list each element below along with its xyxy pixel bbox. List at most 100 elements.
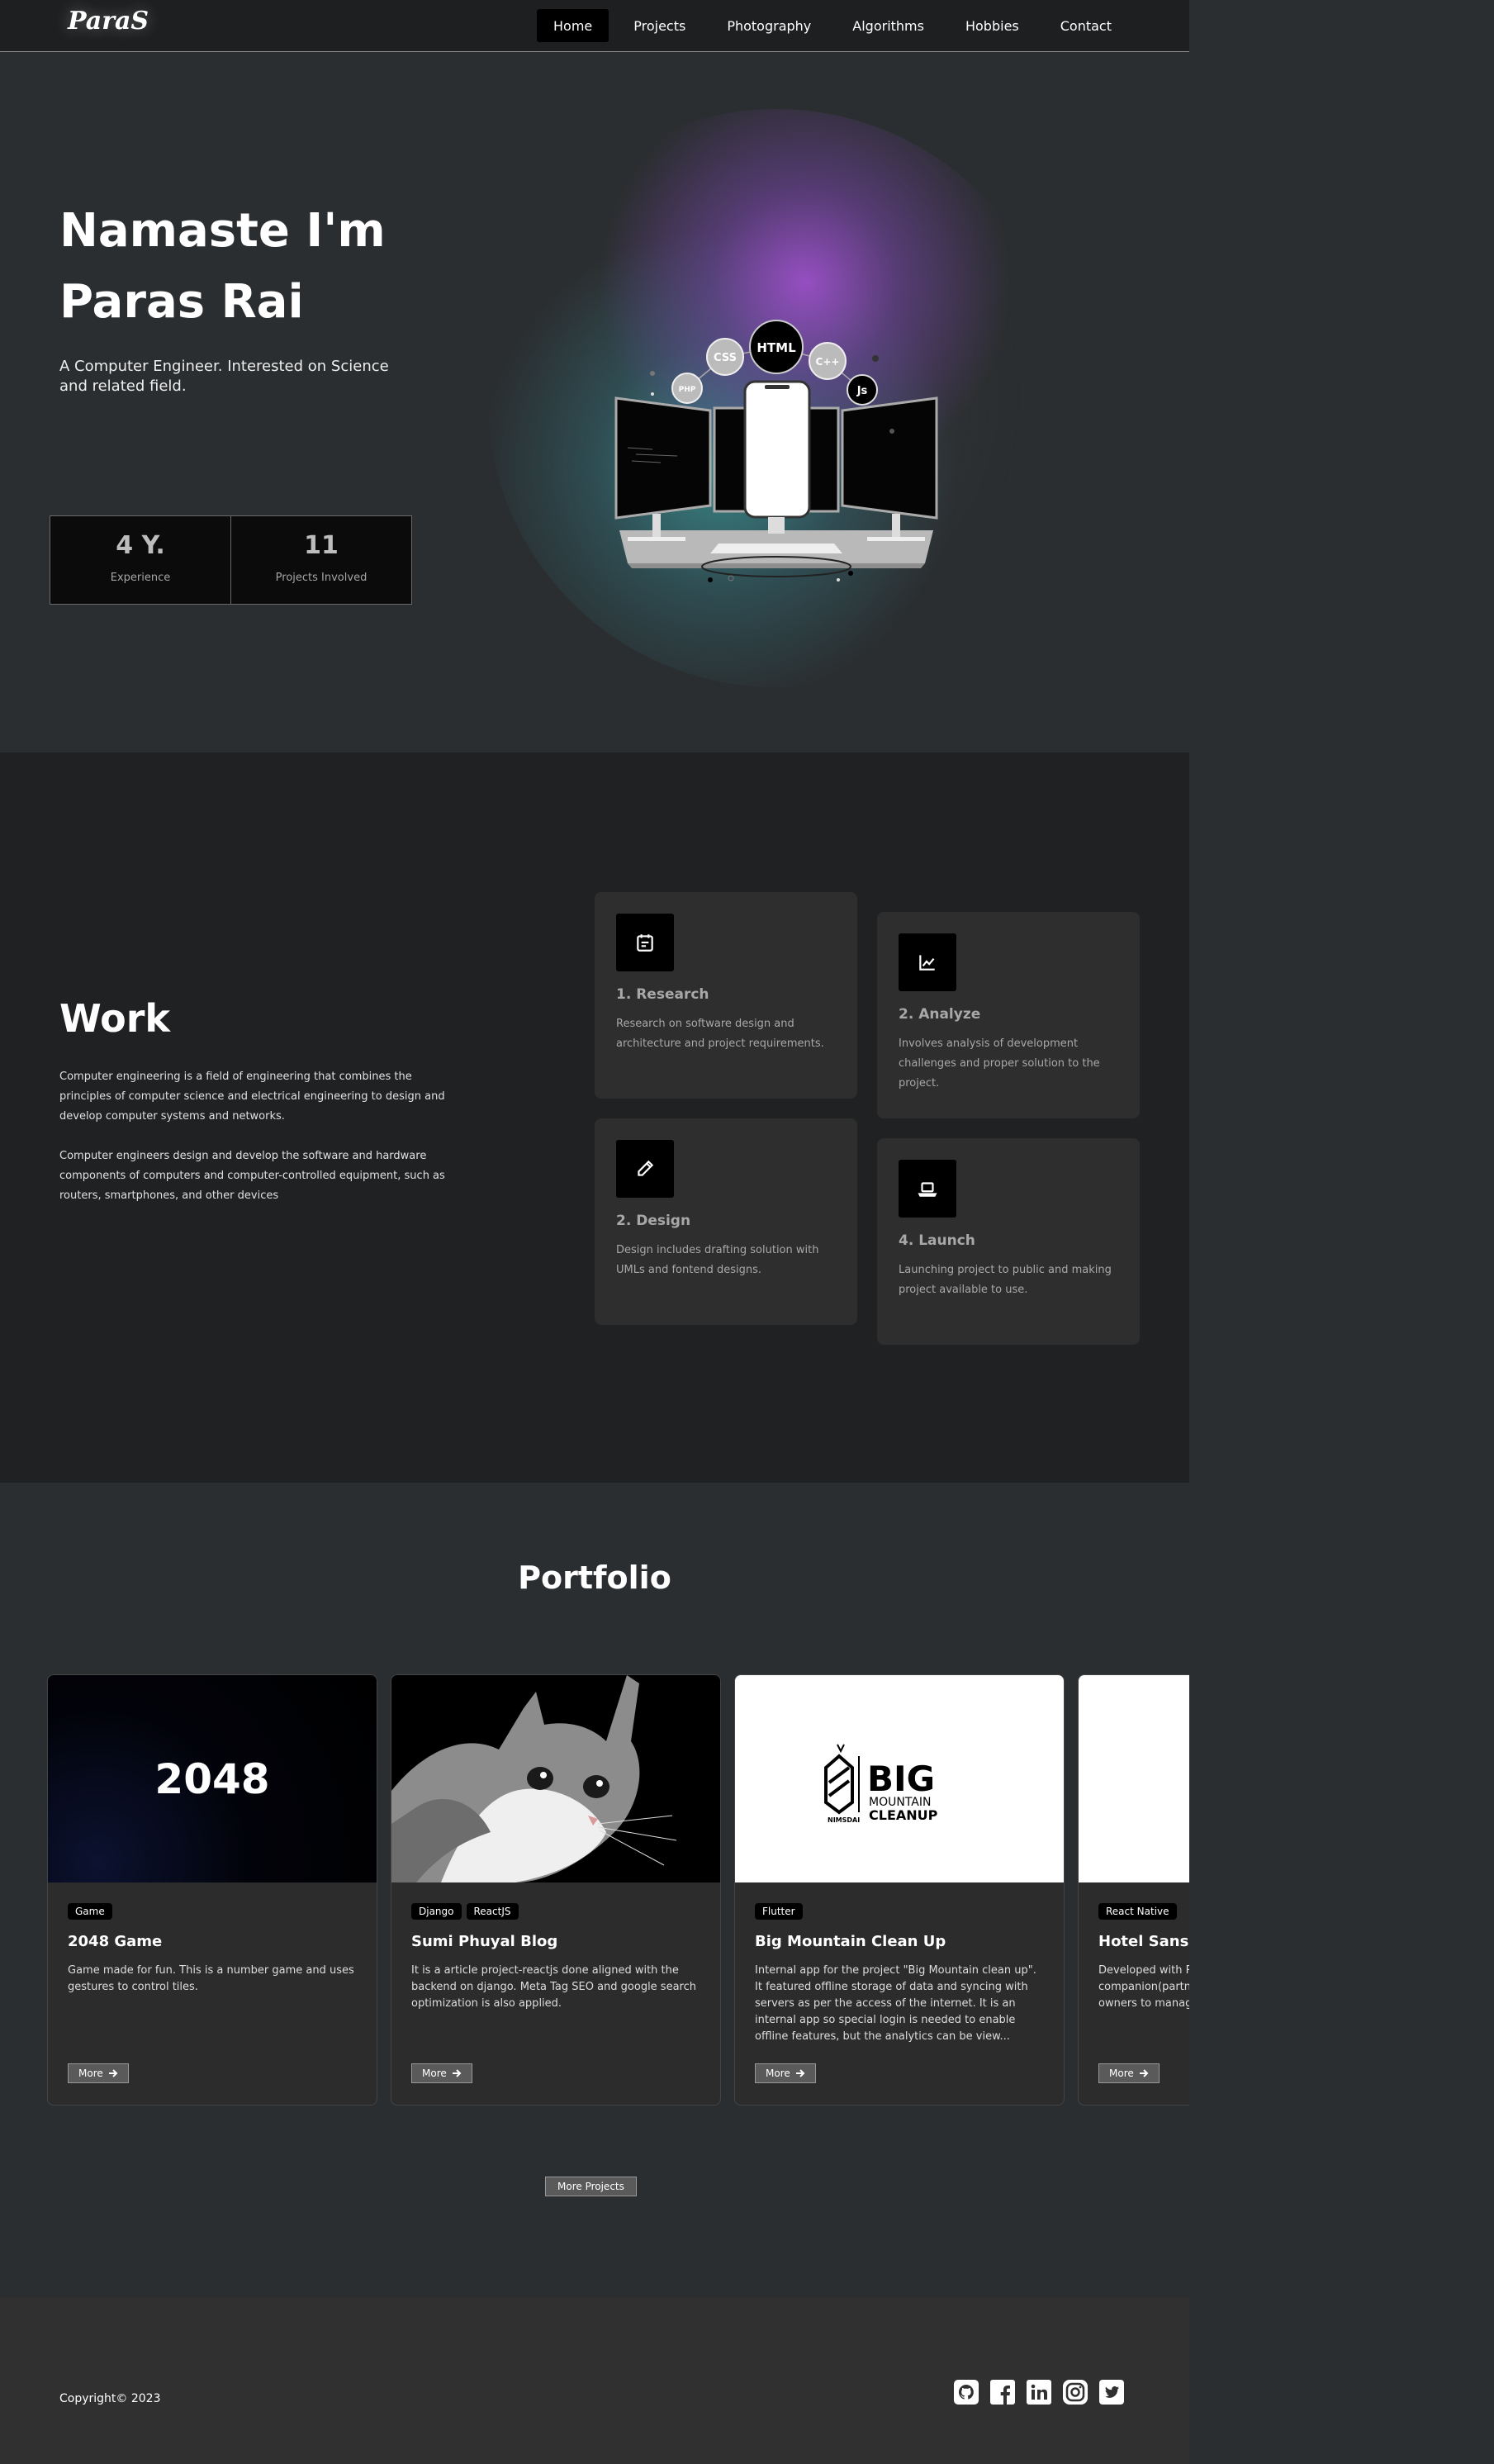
card-text: Launching project to public and making p…	[899, 1264, 1112, 1296]
right-monitor	[841, 396, 938, 520]
svg-text:Js: Js	[856, 385, 868, 397]
project-title: Big Mountain Clean Up	[755, 1933, 946, 1950]
nav-link-contact[interactable]: Contact	[1044, 9, 1128, 42]
twitter-icon[interactable]	[1099, 2380, 1124, 2405]
stats-row: 4 Y. Experience 11 Projects Involved	[50, 515, 412, 605]
hero-subtitle: A Computer Engineer. Interested on Scien…	[59, 358, 389, 395]
workstation-illustration: HTML CSS C++ Js PHP	[614, 320, 938, 582]
svg-text:PHP: PHP	[679, 386, 696, 394]
card-title: 1. Research	[616, 986, 709, 1003]
more-label: More	[422, 2068, 447, 2079]
more-button[interactable]: More	[411, 2063, 472, 2083]
project-description: Game made for fun. This is a number game…	[68, 1964, 354, 1993]
project-card-big-mountain[interactable]: NIMSDAI BIG MOUNTAIN CLEANUP Flutter Big…	[734, 1674, 1065, 2106]
hero-title-line2: Paras Rai	[59, 275, 304, 329]
svg-text:CLEANUP: CLEANUP	[869, 1807, 938, 1823]
project-tags: React Native	[1098, 1903, 1177, 1920]
nav-link-hobbies[interactable]: Hobbies	[949, 9, 1036, 42]
work-section: Work Computer engineering is a field of …	[0, 752, 1189, 1483]
more-button[interactable]: More	[755, 2063, 816, 2083]
project-tags: Flutter	[755, 1903, 803, 1920]
more-button[interactable]: More	[1098, 2063, 1160, 2083]
stat-experience: 4 Y. Experience	[50, 515, 231, 605]
linkedin-icon[interactable]	[1027, 2380, 1051, 2405]
project-title: 2048 Game	[68, 1933, 163, 1950]
more-label: More	[766, 2068, 790, 2079]
svg-text:BIG: BIG	[867, 1759, 935, 1799]
project-title: Hotel Sansaar	[1098, 1933, 1189, 1950]
stat-label: Projects Involved	[275, 572, 368, 584]
nav-link-home[interactable]: Home	[537, 9, 609, 42]
project-card-2048[interactable]: 2048 Game 2048 Game Game made for fun. T…	[47, 1674, 377, 2106]
badge-php: PHP	[671, 373, 703, 404]
svg-text:CSS: CSS	[714, 352, 737, 364]
hero-section: Namaste I'm Paras Rai A Computer Enginee…	[0, 51, 1189, 752]
card-title: 2. Design	[616, 1213, 691, 1229]
badge-html: HTML	[749, 320, 804, 374]
more-label: More	[1109, 2068, 1134, 2079]
cat-photo	[391, 1675, 720, 1882]
arrow-right-icon	[108, 2069, 118, 2077]
badge-js: Js	[847, 374, 878, 406]
more-button[interactable]: More	[68, 2063, 129, 2083]
project-tags: Game	[68, 1903, 112, 1920]
card-title: 4. Launch	[899, 1232, 975, 1249]
project-image-text: 2048	[154, 1754, 270, 1803]
project-tag: Django	[411, 1903, 462, 1920]
card-text: Research on software design and architec…	[616, 1018, 824, 1050]
nav-link-photography[interactable]: Photography	[710, 9, 828, 42]
card-text: Design includes drafting solution with U…	[616, 1244, 819, 1276]
page: ParaS Home Projects Photography Algorith…	[0, 0, 1189, 2464]
project-description: Internal app for the project "Big Mounta…	[755, 1964, 1036, 2043]
nav-link-algorithms[interactable]: Algorithms	[836, 9, 941, 42]
chart-line-icon	[899, 933, 956, 991]
project-tag: ReactJS	[466, 1903, 519, 1920]
project-image	[1079, 1675, 1189, 1882]
phone-shape	[743, 380, 811, 519]
instagram-icon[interactable]	[1063, 2380, 1088, 2405]
project-image: 2048	[48, 1675, 377, 1882]
github-icon[interactable]	[954, 2380, 979, 2405]
project-image: NIMSDAI BIG MOUNTAIN CLEANUP	[735, 1675, 1064, 1882]
left-monitor	[614, 396, 712, 520]
hero-title: Namaste I'm Paras Rai	[59, 196, 472, 338]
project-card-sumi-blog[interactable]: Django ReactJS Sumi Phuyal Blog It is a …	[391, 1674, 721, 2106]
hero-title-line1: Namaste I'm	[59, 204, 386, 258]
stat-value: 11	[304, 531, 339, 560]
project-title: Sumi Phuyal Blog	[411, 1933, 558, 1950]
svg-text:HTML: HTML	[756, 340, 796, 355]
work-card-analyze: 2. Analyze Involves analysis of developm…	[877, 912, 1140, 1118]
stat-projects: 11 Projects Involved	[230, 515, 412, 605]
card-title: 2. Analyze	[899, 1006, 981, 1023]
project-tag: React Native	[1098, 1903, 1177, 1920]
nav-links: Home Projects Photography Algorithms Hob…	[537, 9, 1128, 42]
project-description: Developed with React Native as a compani…	[1098, 1964, 1189, 2010]
laptop-icon	[899, 1160, 956, 1218]
calendar-icon	[616, 914, 674, 971]
nav-link-projects[interactable]: Projects	[617, 9, 702, 42]
project-tags: Django ReactJS	[411, 1903, 519, 1920]
portfolio-title: Portfolio	[518, 1560, 671, 1596]
copyright-text: Copyright© 2023	[59, 2392, 161, 2405]
svg-text:NIMSDAI: NIMSDAI	[828, 1816, 860, 1824]
pencil-icon	[616, 1140, 674, 1198]
badge-cpp: C++	[809, 342, 847, 380]
work-title: Work	[59, 996, 170, 1041]
stat-label: Experience	[110, 572, 171, 584]
work-card-design: 2. Design Design includes drafting solut…	[595, 1118, 857, 1325]
facebook-icon[interactable]	[990, 2380, 1015, 2405]
work-card-launch: 4. Launch Launching project to public an…	[877, 1138, 1140, 1345]
project-tag: Flutter	[755, 1903, 803, 1920]
project-tag: Game	[68, 1903, 112, 1920]
work-paragraph-1: Computer engineering is a field of engin…	[59, 1071, 445, 1123]
badge-css: CSS	[706, 338, 744, 376]
keyboard-shape	[710, 544, 842, 553]
project-description: It is a article project-reactjs done ali…	[411, 1964, 696, 2010]
big-mountain-logo: NIMSDAI BIG MOUNTAIN CLEANUP	[824, 1744, 938, 1824]
arrow-right-icon	[452, 2069, 462, 2077]
top-navbar: ParaS Home Projects Photography Algorith…	[0, 0, 1189, 52]
more-projects-button[interactable]: More Projects	[545, 2177, 637, 2196]
project-card-hotel-sansaar[interactable]: React Native Hotel Sansaar Developed wit…	[1078, 1674, 1189, 2106]
more-label: More	[78, 2068, 103, 2079]
site-logo[interactable]: ParaS	[68, 7, 149, 36]
